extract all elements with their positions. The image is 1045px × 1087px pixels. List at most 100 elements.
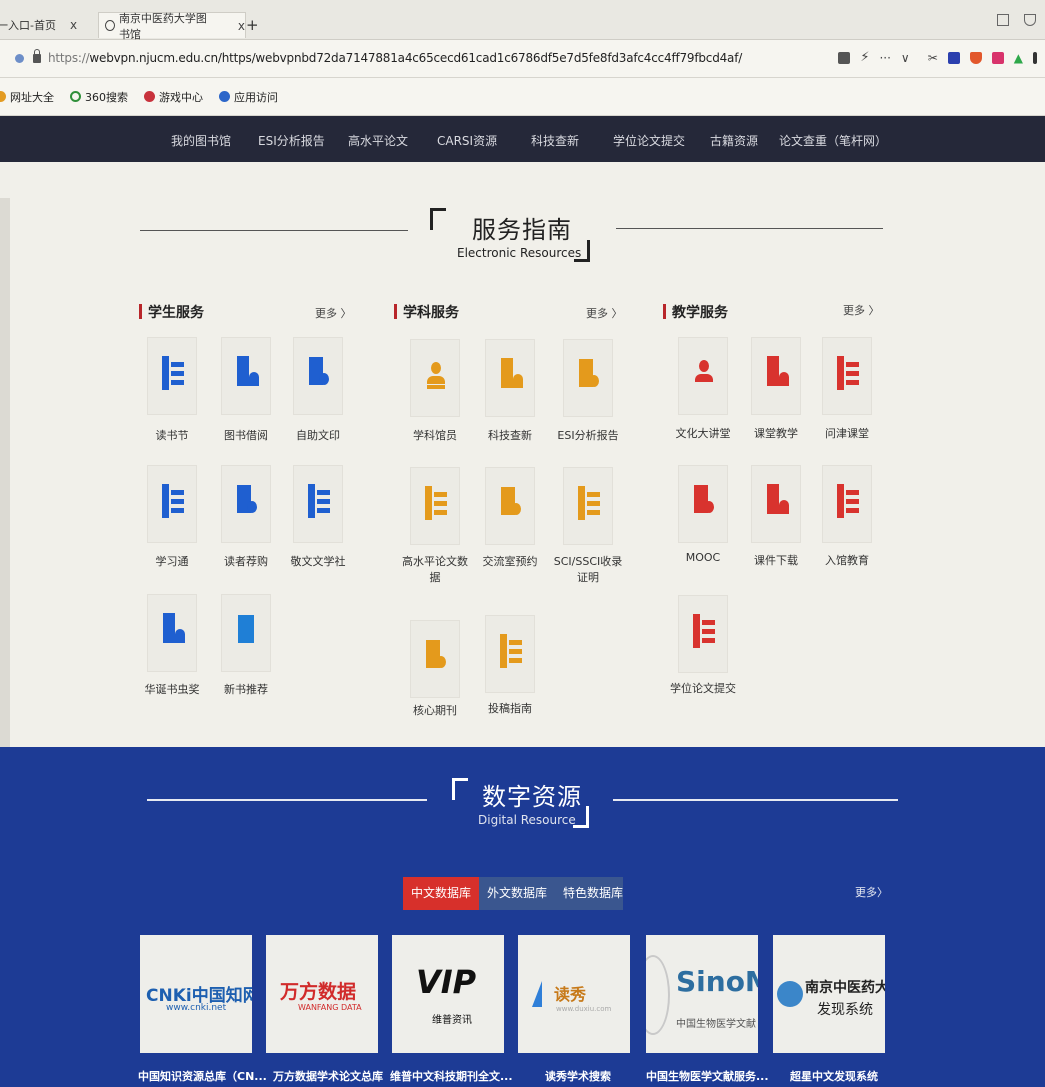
service-label[interactable]: 学位论文提交	[661, 681, 745, 697]
bookmark-app-access[interactable]: 应用访问	[219, 89, 278, 105]
service-tile-classroom-teaching[interactable]	[751, 337, 801, 415]
screenshot-icon[interactable]	[838, 51, 851, 64]
service-tile-self-printing[interactable]	[293, 337, 343, 415]
site-nav: 我的图书馆 ESI分析报告 高水平论文 CARSI资源 科技查新 学位论文提交 …	[0, 116, 1045, 162]
service-label[interactable]: 学习通	[130, 554, 214, 570]
list-icon	[693, 614, 715, 648]
service-label[interactable]: 读书节	[130, 428, 214, 444]
mail-extension-icon[interactable]	[991, 51, 1004, 64]
service-label[interactable]: MOOC	[661, 550, 745, 566]
chevron-down-icon[interactable]: ∨	[901, 51, 910, 65]
service-label[interactable]: SCI/SSCI收录证明	[553, 554, 623, 586]
database-label[interactable]: 读秀学术搜索	[545, 1068, 611, 1084]
service-tile-subject-librarian[interactable]	[410, 339, 460, 417]
menu-icon[interactable]	[1033, 51, 1037, 64]
service-tile-esi-report[interactable]	[563, 339, 613, 417]
shield-extension-icon[interactable]	[969, 51, 982, 64]
service-tile-core-journals[interactable]	[410, 620, 460, 698]
service-tile-room-booking[interactable]	[485, 467, 535, 545]
service-tile-book-borrowing[interactable]	[221, 337, 271, 415]
new-tab-button[interactable]: +	[246, 16, 259, 34]
triangle-extension-icon[interactable]: ▲	[1014, 51, 1023, 65]
tab-special-databases[interactable]: 特色数据库	[555, 877, 631, 910]
database-label[interactable]: 维普中文科技期刊全文...	[390, 1068, 513, 1084]
more-link-databases[interactable]: 更多〉	[855, 884, 888, 900]
site-info-icon[interactable]	[15, 54, 24, 63]
service-tile-culture-lecture[interactable]	[678, 337, 728, 415]
service-label[interactable]: 文化大讲堂	[661, 426, 745, 442]
lightning-icon[interactable]: ⚡	[860, 50, 869, 65]
service-tile-thesis-submission[interactable]	[678, 595, 728, 673]
service-tile-new-books[interactable]	[221, 594, 271, 672]
address-bar[interactable]: https://webvpn.njucm.edu.cn/https/webvpn…	[0, 40, 1045, 78]
service-label[interactable]: 核心期刊	[393, 703, 477, 719]
extension-icon[interactable]	[947, 51, 960, 64]
service-tile-sci-ssci-proof[interactable]	[563, 467, 613, 545]
database-label[interactable]: 中国知识资源总库（CN...	[138, 1068, 267, 1084]
tab-close-icon[interactable]: x	[238, 19, 245, 33]
window-shield-icon[interactable]	[1024, 14, 1036, 26]
bookmark-360-search[interactable]: 360搜索	[70, 89, 128, 105]
tab-foreign-databases[interactable]: 外文数据库	[479, 877, 555, 910]
service-label[interactable]: 学科馆员	[393, 428, 477, 444]
database-card-wanfang[interactable]: 万方数据 WANFANG DATA	[266, 935, 378, 1053]
browser-tab-library[interactable]: 南京中医药大学图书馆 x	[98, 12, 246, 41]
service-tile-submission-guide[interactable]	[485, 615, 535, 693]
service-tile-literature-club[interactable]	[293, 465, 343, 543]
service-label[interactable]: 投稿指南	[468, 701, 552, 717]
service-label[interactable]: 华诞书虫奖	[130, 682, 214, 698]
list-icon	[837, 484, 859, 518]
service-label[interactable]: 入馆教育	[805, 553, 889, 569]
browser-tab-portal[interactable]: 统一入口-首页 x	[0, 12, 95, 38]
service-label[interactable]: 问津课堂	[805, 426, 889, 442]
nav-item-my-library[interactable]: 我的图书馆	[171, 132, 231, 149]
service-label[interactable]: 自助文印	[276, 428, 360, 444]
database-card-vip[interactable]: VIP 维普资讯	[392, 935, 504, 1053]
service-label[interactable]: 交流室预约	[468, 554, 552, 570]
database-label[interactable]: 中国生物医学文献服务...	[646, 1068, 769, 1084]
service-tile-orientation[interactable]	[822, 465, 872, 543]
digital-resources-subtitle: Digital Resource	[478, 813, 576, 827]
nav-item-carsi[interactable]: CARSI资源	[437, 132, 497, 149]
page-edge-strip	[0, 198, 10, 748]
service-label[interactable]: 科技查新	[468, 428, 552, 444]
service-label[interactable]: 高水平论文数据	[400, 554, 470, 586]
service-tile-high-level-papers[interactable]	[410, 467, 460, 545]
url-text[interactable]: https://webvpn.njucm.edu.cn/https/webvpn…	[48, 51, 742, 65]
database-card-sinomed[interactable]: SinoM 中国生物医学文献	[646, 935, 758, 1053]
bookmark-game-center[interactable]: 游戏中心	[144, 89, 203, 105]
database-card-duxiu[interactable]: 读秀 www.duxiu.com	[518, 935, 630, 1053]
service-tile-reading-festival[interactable]	[147, 337, 197, 415]
service-tile-book-recommendation[interactable]	[221, 465, 271, 543]
tab-chinese-databases[interactable]: 中文数据库	[403, 877, 480, 910]
service-tile-wenjin-classroom[interactable]	[822, 337, 872, 415]
service-tile-novelty-search[interactable]	[485, 339, 535, 417]
more-link-student[interactable]: 更多 〉	[315, 305, 352, 321]
more-link-subject[interactable]: 更多 〉	[586, 305, 623, 321]
tab-close-icon[interactable]: x	[70, 18, 77, 32]
database-card-chaoxing[interactable]: 南京中医药大 发现系统	[773, 935, 885, 1053]
bracket-decoration	[452, 778, 468, 800]
more-link-teaching[interactable]: 更多 〉	[843, 302, 880, 318]
bookmark-web-directory[interactable]: 网址大全	[0, 89, 54, 105]
service-label[interactable]: 新书推荐	[204, 682, 288, 698]
document-info-icon	[501, 487, 521, 519]
more-icon[interactable]: ···	[879, 51, 890, 65]
nav-item-plagiarism-check[interactable]: 论文查重（笔杆网）	[779, 132, 887, 149]
database-label[interactable]: 超星中文发现系统	[790, 1068, 878, 1084]
nav-item-novelty-search[interactable]: 科技查新	[531, 132, 579, 149]
nav-item-esi-report[interactable]: ESI分析报告	[258, 132, 325, 149]
service-label[interactable]: ESI分析报告	[546, 428, 630, 444]
nav-item-thesis-submission[interactable]: 学位论文提交	[613, 132, 685, 149]
service-tile-xuexitong[interactable]	[147, 465, 197, 543]
window-restore-icon[interactable]	[997, 14, 1009, 26]
nav-item-ancient-books[interactable]: 古籍资源	[710, 132, 758, 149]
service-tile-courseware-download[interactable]	[751, 465, 801, 543]
scissors-icon[interactable]: ✂	[928, 51, 938, 65]
nav-item-high-level-papers[interactable]: 高水平论文	[348, 132, 408, 149]
service-tile-bookworm-award[interactable]	[147, 594, 197, 672]
service-tile-mooc[interactable]	[678, 465, 728, 543]
service-label[interactable]: 敬文文学社	[276, 554, 360, 570]
database-label[interactable]: 万方数据学术论文总库	[273, 1068, 383, 1084]
database-card-cnki[interactable]: CNKi中国知网 www.cnki.net	[140, 935, 252, 1053]
